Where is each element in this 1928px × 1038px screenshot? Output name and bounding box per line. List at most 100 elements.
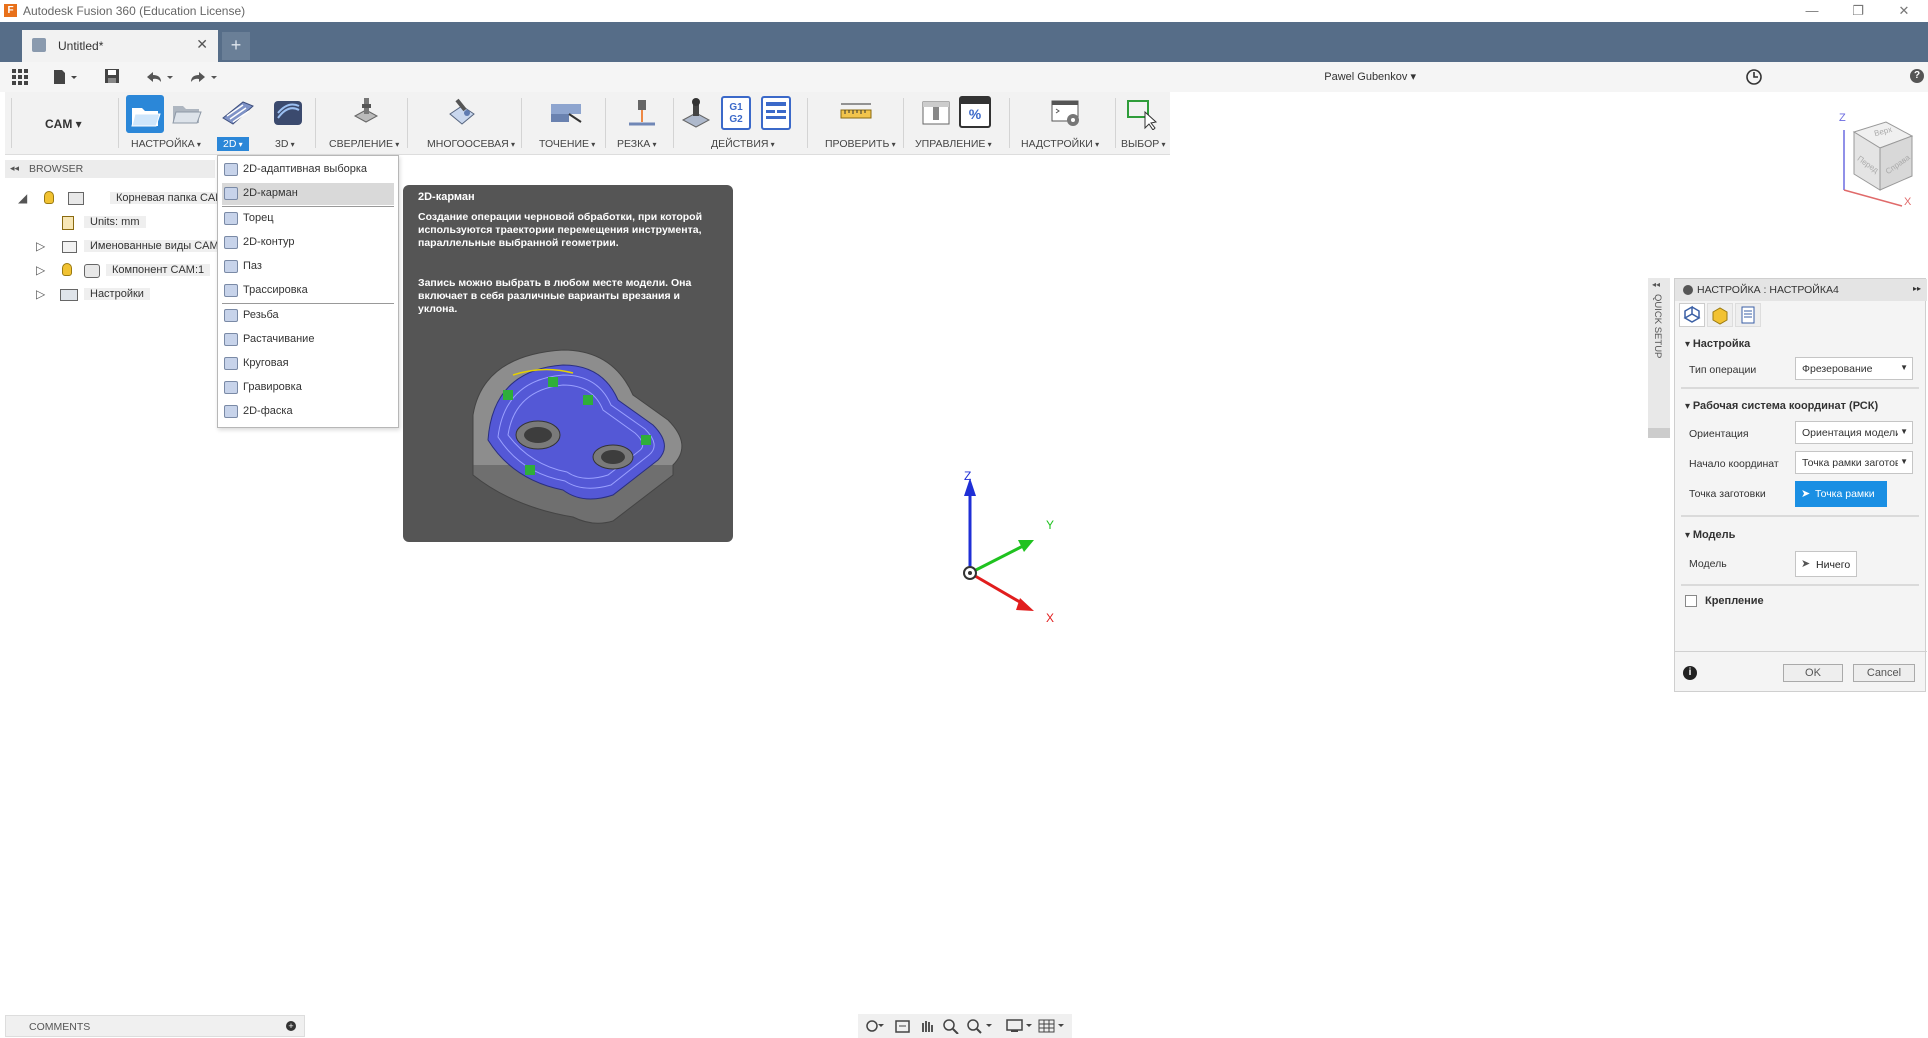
file-menu-icon[interactable]: [52, 69, 80, 85]
cutting-group[interactable]: РЕЗКА: [611, 92, 671, 155]
fixture-checkbox[interactable]: [1685, 595, 1697, 607]
setup-group[interactable]: НАСТРОЙКА: [123, 92, 209, 155]
menu-item-2d-pocket[interactable]: 2D-карман: [222, 183, 394, 205]
info-icon[interactable]: i: [1683, 666, 1697, 680]
grid-settings-icon[interactable]: [1038, 1018, 1068, 1034]
quick-setup-strip[interactable]: ◂◂ QUICK SETUP: [1648, 278, 1670, 438]
drilling-group[interactable]: СВЕРЛЕНИЕ: [323, 92, 403, 155]
add-comment-icon[interactable]: +: [286, 1021, 296, 1031]
restore-button[interactable]: ❐: [1838, 1, 1878, 21]
menu-item-trace[interactable]: Трассировка: [222, 280, 394, 302]
setup-sheet-icon[interactable]: [761, 96, 791, 130]
menu-item-bore[interactable]: Растачивание: [222, 329, 394, 351]
look-at-icon[interactable]: [894, 1018, 912, 1034]
actions-group[interactable]: G1 G2 ДЕЙСТВИЯ: [677, 92, 799, 155]
fit-zoom-icon[interactable]: [966, 1018, 996, 1034]
browser-header[interactable]: ◂◂ BROWSER: [5, 160, 215, 178]
menu-item-slot[interactable]: Паз: [222, 256, 394, 278]
section-model[interactable]: Модель: [1685, 529, 1736, 541]
collapse-triangle-icon[interactable]: ◢: [18, 191, 27, 205]
2d-group[interactable]: 2D: [217, 92, 263, 155]
cursor-arrow-icon: ➤: [1801, 488, 1811, 500]
menu-item-2d-adaptive[interactable]: 2D-адаптивная выборка: [222, 159, 394, 181]
save-icon[interactable]: [104, 68, 120, 84]
pan-hand-icon[interactable]: [918, 1018, 936, 1034]
expand-triangle-icon[interactable]: ▷: [36, 239, 45, 253]
actions-group-label: ДЕЙСТВИЯ: [711, 138, 775, 150]
3d-adaptive-icon[interactable]: [271, 96, 305, 130]
workspace-switcher[interactable]: CAM ▾: [5, 92, 115, 155]
collapse-panel-icon[interactable]: ◂◂: [1652, 280, 1660, 289]
operation-type-select[interactable]: Фрезерование ▼: [1795, 357, 1913, 380]
close-window-button[interactable]: ✕: [1884, 1, 1924, 21]
tree-item-named-views[interactable]: ▷ Именованные виды CAM: [18, 237, 225, 257]
tree-item-cam-root[interactable]: ◢ Корневая папка CAM: [18, 189, 231, 209]
tree-item-units[interactable]: Units: mm: [18, 213, 218, 233]
cutting-icon[interactable]: [625, 96, 659, 130]
visibility-bulb-icon[interactable]: [62, 263, 72, 276]
multiaxis-group[interactable]: МНОГООСЕВАЯ: [415, 92, 509, 155]
select-group[interactable]: ВЫБОР: [1119, 92, 1169, 155]
addins-group[interactable]: НАДСТРОЙКИ: [1013, 92, 1117, 155]
post-process-icon[interactable]: G1 G2: [721, 96, 751, 130]
measure-icon[interactable]: [839, 96, 873, 130]
user-account-menu[interactable]: Pawel Gubenkov ▾: [1324, 70, 1416, 83]
comments-bar[interactable]: COMMENTS +: [5, 1015, 305, 1037]
ok-button[interactable]: OK: [1783, 664, 1843, 682]
menu-item-2d-contour[interactable]: 2D-контур: [222, 232, 394, 254]
cancel-button[interactable]: Cancel: [1853, 664, 1915, 682]
template-library-icon[interactable]: %: [959, 96, 991, 128]
collapse-browser-icon[interactable]: ◂◂: [10, 163, 19, 174]
tool-library-icon[interactable]: [919, 96, 953, 130]
view-cube[interactable]: Z X Верх Перед Справа: [1820, 110, 1920, 210]
inspect-group[interactable]: ПРОВЕРИТЬ: [813, 92, 895, 155]
menu-item-thread[interactable]: Резьба: [222, 305, 394, 327]
app-grid-icon[interactable]: [12, 69, 28, 85]
stock-point-button[interactable]: ➤ Точка рамки: [1795, 481, 1887, 507]
post-process-tab-icon[interactable]: [1735, 303, 1761, 327]
section-wcs[interactable]: Рабочая система координат (РСК): [1685, 400, 1878, 412]
section-setup[interactable]: Настройка: [1685, 338, 1750, 350]
origin-select[interactable]: Точка рамки заготовки▼: [1795, 451, 1913, 474]
turning-icon[interactable]: [549, 96, 583, 130]
turning-group[interactable]: ТОЧЕНИЕ: [527, 92, 601, 155]
expand-triangle-icon[interactable]: ▷: [36, 263, 45, 277]
setup-tab-icon[interactable]: [1679, 303, 1705, 327]
minimize-button[interactable]: —: [1792, 1, 1832, 21]
scripts-addins-icon[interactable]: [1049, 96, 1083, 130]
job-status-clock-icon[interactable]: [1745, 68, 1763, 86]
drill-icon[interactable]: [349, 96, 383, 130]
menu-item-circular[interactable]: Круговая: [222, 353, 394, 375]
display-settings-icon[interactable]: [1006, 1018, 1036, 1034]
zoom-icon[interactable]: [942, 1018, 960, 1034]
document-tab[interactable]: Untitled* ✕: [22, 30, 218, 62]
orbit-icon[interactable]: [864, 1018, 888, 1034]
2d-adaptive-icon[interactable]: [221, 96, 255, 130]
model-select-button[interactable]: ➤ Ничего: [1795, 551, 1857, 577]
stock-tab-icon[interactable]: [1707, 303, 1733, 327]
new-tab-button[interactable]: +: [222, 32, 250, 60]
help-icon[interactable]: ?: [1910, 69, 1924, 83]
multiaxis-icon[interactable]: [445, 96, 479, 130]
tree-item-setups[interactable]: ▷ Настройки: [18, 285, 218, 305]
menu-item-2d-chamfer[interactable]: 2D-фаска: [222, 401, 394, 423]
visibility-bulb-icon[interactable]: [44, 191, 54, 204]
undo-icon[interactable]: [144, 69, 176, 85]
select-icon[interactable]: [1125, 96, 1159, 131]
simulate-icon[interactable]: [679, 96, 713, 130]
orientation-select[interactable]: Ориентация модели ▼: [1795, 421, 1913, 444]
setup-folder-icon[interactable]: [170, 96, 204, 130]
menu-item-engrave[interactable]: Гравировка: [222, 377, 394, 399]
3d-group[interactable]: 3D: [267, 92, 311, 155]
expand-panel-icon[interactable]: ▸▸: [1913, 284, 1921, 293]
2d-group-label[interactable]: 2D: [217, 137, 249, 151]
menu-item-face[interactable]: Торец: [222, 208, 394, 230]
panel-stop-icon[interactable]: [1683, 285, 1693, 295]
close-tab-icon[interactable]: ✕: [196, 36, 208, 53]
manage-group[interactable]: % УПРАВЛЕНИЕ: [909, 92, 1005, 155]
setup-panel-header[interactable]: НАСТРОЙКА : НАСТРОЙКА4 ▸▸: [1675, 279, 1927, 301]
tree-item-cam-component[interactable]: ▷ Компонент CAM:1: [18, 261, 218, 281]
new-setup-icon[interactable]: [126, 95, 164, 133]
redo-icon[interactable]: [188, 69, 220, 85]
expand-triangle-icon[interactable]: ▷: [36, 287, 45, 301]
